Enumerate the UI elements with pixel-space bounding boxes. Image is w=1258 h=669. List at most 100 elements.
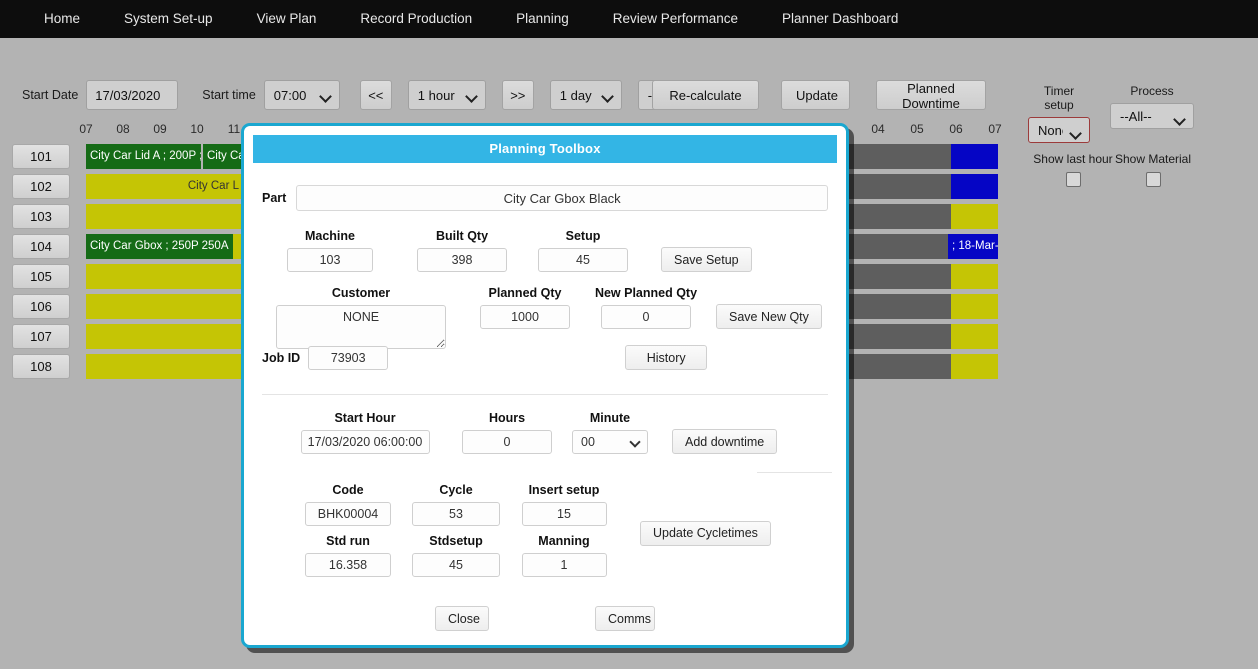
next-button[interactable]: >> xyxy=(501,80,534,110)
job-id-row: Job ID History xyxy=(262,345,828,370)
planned-downtime-button[interactable]: Planned Downtime xyxy=(876,80,986,111)
gantt-bar[interactable] xyxy=(951,324,998,349)
machine-label-101[interactable]: 101 xyxy=(12,144,70,169)
nav-item-planning[interactable]: Planning xyxy=(494,0,591,38)
nav-item-planner-dashboard[interactable]: Planner Dashboard xyxy=(760,0,920,38)
insert-setup-input[interactable] xyxy=(521,502,607,526)
part-label: Part xyxy=(262,191,287,205)
nav-item-system-set-up[interactable]: System Set-up xyxy=(102,0,235,38)
gantt-bar[interactable] xyxy=(951,294,998,319)
gantt-bar[interactable] xyxy=(951,354,998,379)
new-planned-qty-input[interactable] xyxy=(601,305,691,329)
show-material-checkbox[interactable] xyxy=(1145,172,1161,187)
built-qty-label: Built Qty xyxy=(435,229,489,243)
update-cycletimes-button[interactable]: Update Cycletimes xyxy=(640,520,771,546)
gantt-bar[interactable]: ; 18-Mar- xyxy=(948,234,998,259)
process-select[interactable]: --All-- xyxy=(1110,103,1194,129)
gantt-bar[interactable] xyxy=(846,174,951,199)
divider-1 xyxy=(262,394,828,395)
gantt-bar[interactable] xyxy=(86,294,243,319)
gantt-row-right xyxy=(846,352,1016,381)
machine-label-103[interactable]: 103 xyxy=(12,204,70,229)
nav-item-review-performance[interactable]: Review Performance xyxy=(591,0,760,38)
hour-tick: 07 xyxy=(79,122,93,136)
start-hour-label: Start Hour xyxy=(334,411,396,425)
recalculate-button[interactable]: Re-calculate xyxy=(652,80,759,110)
std-run-input[interactable] xyxy=(305,553,391,577)
close-button[interactable]: Close xyxy=(435,606,489,631)
hours-input[interactable] xyxy=(462,430,552,454)
gantt-bar[interactable] xyxy=(951,144,998,169)
machine-input[interactable] xyxy=(287,248,373,272)
gantt-bar[interactable] xyxy=(846,144,951,169)
gantt-bar[interactable] xyxy=(951,174,998,199)
gantt-bar[interactable]: City Car L xyxy=(86,174,243,199)
machine-label-104[interactable]: 104 xyxy=(12,234,70,259)
customer-textarea[interactable] xyxy=(276,305,446,349)
stdsetup-label: Stdsetup xyxy=(429,534,483,548)
range-select[interactable]: 1 day xyxy=(549,80,622,110)
machine-label-102[interactable]: 102 xyxy=(12,174,70,199)
gantt-bar[interactable] xyxy=(86,324,243,349)
start-date-label: Start Date xyxy=(22,88,79,102)
gantt-bar[interactable]: City Car Gbox ; 250P 250A xyxy=(86,234,233,259)
gantt-bar[interactable] xyxy=(86,354,243,379)
show-last-hour-checkbox[interactable] xyxy=(1065,172,1081,187)
gantt-track-right: ; 18-Mar- xyxy=(846,234,1016,259)
gantt-bar[interactable] xyxy=(86,204,243,229)
job-id-input[interactable] xyxy=(308,345,389,370)
cycle-input[interactable] xyxy=(412,502,500,526)
machine-label-105[interactable]: 105 xyxy=(12,264,70,289)
gantt-bar[interactable] xyxy=(846,264,951,289)
save-new-qty-button[interactable]: Save New Qty xyxy=(716,304,822,329)
gantt-bar[interactable] xyxy=(951,204,998,229)
start-date-input[interactable] xyxy=(86,80,179,110)
update-button[interactable]: Update xyxy=(781,80,850,110)
start-time-select[interactable]: 07:00 xyxy=(263,80,340,110)
gantt-track-right xyxy=(846,264,1016,289)
code-input[interactable] xyxy=(305,502,391,526)
gantt-row-right xyxy=(846,292,1016,321)
nav-item-record-production[interactable]: Record Production xyxy=(338,0,494,38)
customer-row: Customer Planned Qty New Planned Qty Sav… xyxy=(262,286,828,349)
gantt-bar[interactable] xyxy=(846,294,951,319)
timer-setup-select[interactable]: None xyxy=(1028,117,1090,143)
history-button[interactable]: History xyxy=(625,345,708,370)
gantt-bar[interactable] xyxy=(846,324,951,349)
gantt-bar[interactable] xyxy=(846,354,951,379)
gantt-bar[interactable] xyxy=(846,234,948,259)
gantt-bar[interactable] xyxy=(86,264,243,289)
insert-setup-label: Insert setup xyxy=(528,483,600,497)
add-downtime-button[interactable]: Add downtime xyxy=(672,429,778,454)
gantt-right-section: 04 05 06 07 ; 18-Mar- xyxy=(846,118,1016,382)
machine-row: Machine Built Qty Setup Save Setup xyxy=(262,229,828,272)
nav-item-view-plan[interactable]: View Plan xyxy=(235,0,339,38)
interval-select[interactable]: 1 hour xyxy=(407,80,486,110)
gantt-bar[interactable] xyxy=(951,264,998,289)
manning-input[interactable] xyxy=(521,553,607,577)
hour-tick: 04 xyxy=(871,122,885,136)
stdsetup-input[interactable] xyxy=(412,553,500,577)
machine-label-108[interactable]: 108 xyxy=(12,354,70,379)
minute-label: Minute xyxy=(589,411,631,425)
cycletimes-section: Code Cycle Insert setup Std run xyxy=(262,483,828,577)
hour-tick: 08 xyxy=(116,122,130,136)
save-setup-button[interactable]: Save Setup xyxy=(661,247,752,272)
machine-label-106[interactable]: 106 xyxy=(12,294,70,319)
built-qty-input[interactable] xyxy=(417,248,507,272)
part-input[interactable] xyxy=(296,185,828,211)
gantt-bar[interactable]: City Car Lid A ; 200P ; xyxy=(86,144,201,169)
prev-button[interactable]: << xyxy=(359,80,392,110)
gantt-bar[interactable]: City Ca xyxy=(203,144,243,169)
show-material-label: Show Material xyxy=(1114,152,1192,166)
machine-label-107[interactable]: 107 xyxy=(12,324,70,349)
gantt-bar[interactable] xyxy=(846,204,951,229)
setup-input[interactable] xyxy=(538,248,628,272)
gantt-hour-header-right: 04 05 06 07 xyxy=(856,118,1016,142)
planned-qty-input[interactable] xyxy=(480,305,570,329)
manning-label: Manning xyxy=(538,534,590,548)
start-hour-input[interactable] xyxy=(300,430,430,454)
nav-item-home[interactable]: Home xyxy=(22,0,102,38)
minute-select[interactable]: 00 xyxy=(572,430,648,454)
comms-button[interactable]: Comms xyxy=(595,606,655,631)
